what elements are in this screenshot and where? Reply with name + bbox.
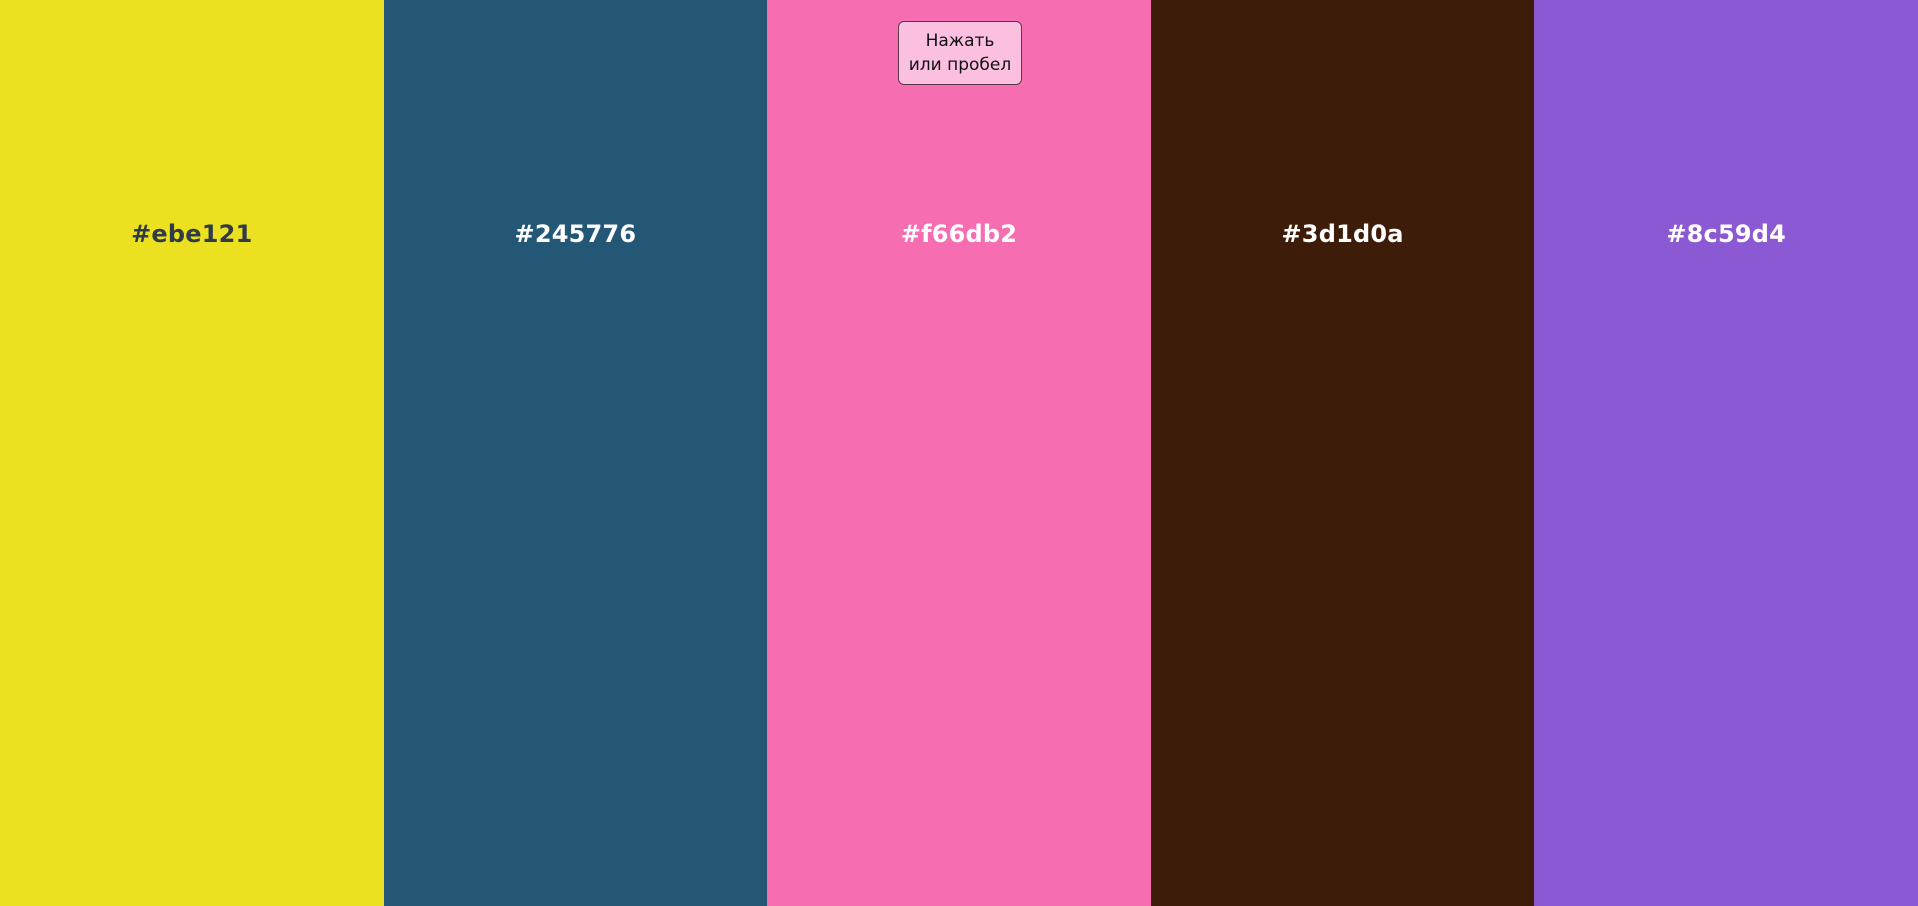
generate-button-line-1: Нажать <box>925 31 995 51</box>
color-palette: #ebe121 #245776 #f66db2 #3d1d0a #8c59d4 … <box>0 0 1918 906</box>
color-column-2[interactable]: #245776 <box>383 0 768 906</box>
generate-button-line-2: или пробел <box>908 55 1012 75</box>
color-hex-label[interactable]: #3d1d0a <box>1151 222 1535 246</box>
color-hex-label[interactable]: #f66db2 <box>767 222 1151 246</box>
color-column-1[interactable]: #ebe121 <box>0 0 384 906</box>
color-hex-label[interactable]: #ebe121 <box>0 222 384 246</box>
color-hex-label[interactable]: #8c59d4 <box>1534 222 1918 246</box>
color-column-3[interactable]: #f66db2 <box>767 0 1151 906</box>
color-hex-label[interactable]: #245776 <box>384 222 768 246</box>
color-column-5[interactable]: #8c59d4 <box>1534 0 1918 906</box>
color-column-4[interactable]: #3d1d0a <box>1150 0 1535 906</box>
generate-palette-button[interactable]: Нажать или пробел <box>898 21 1022 85</box>
